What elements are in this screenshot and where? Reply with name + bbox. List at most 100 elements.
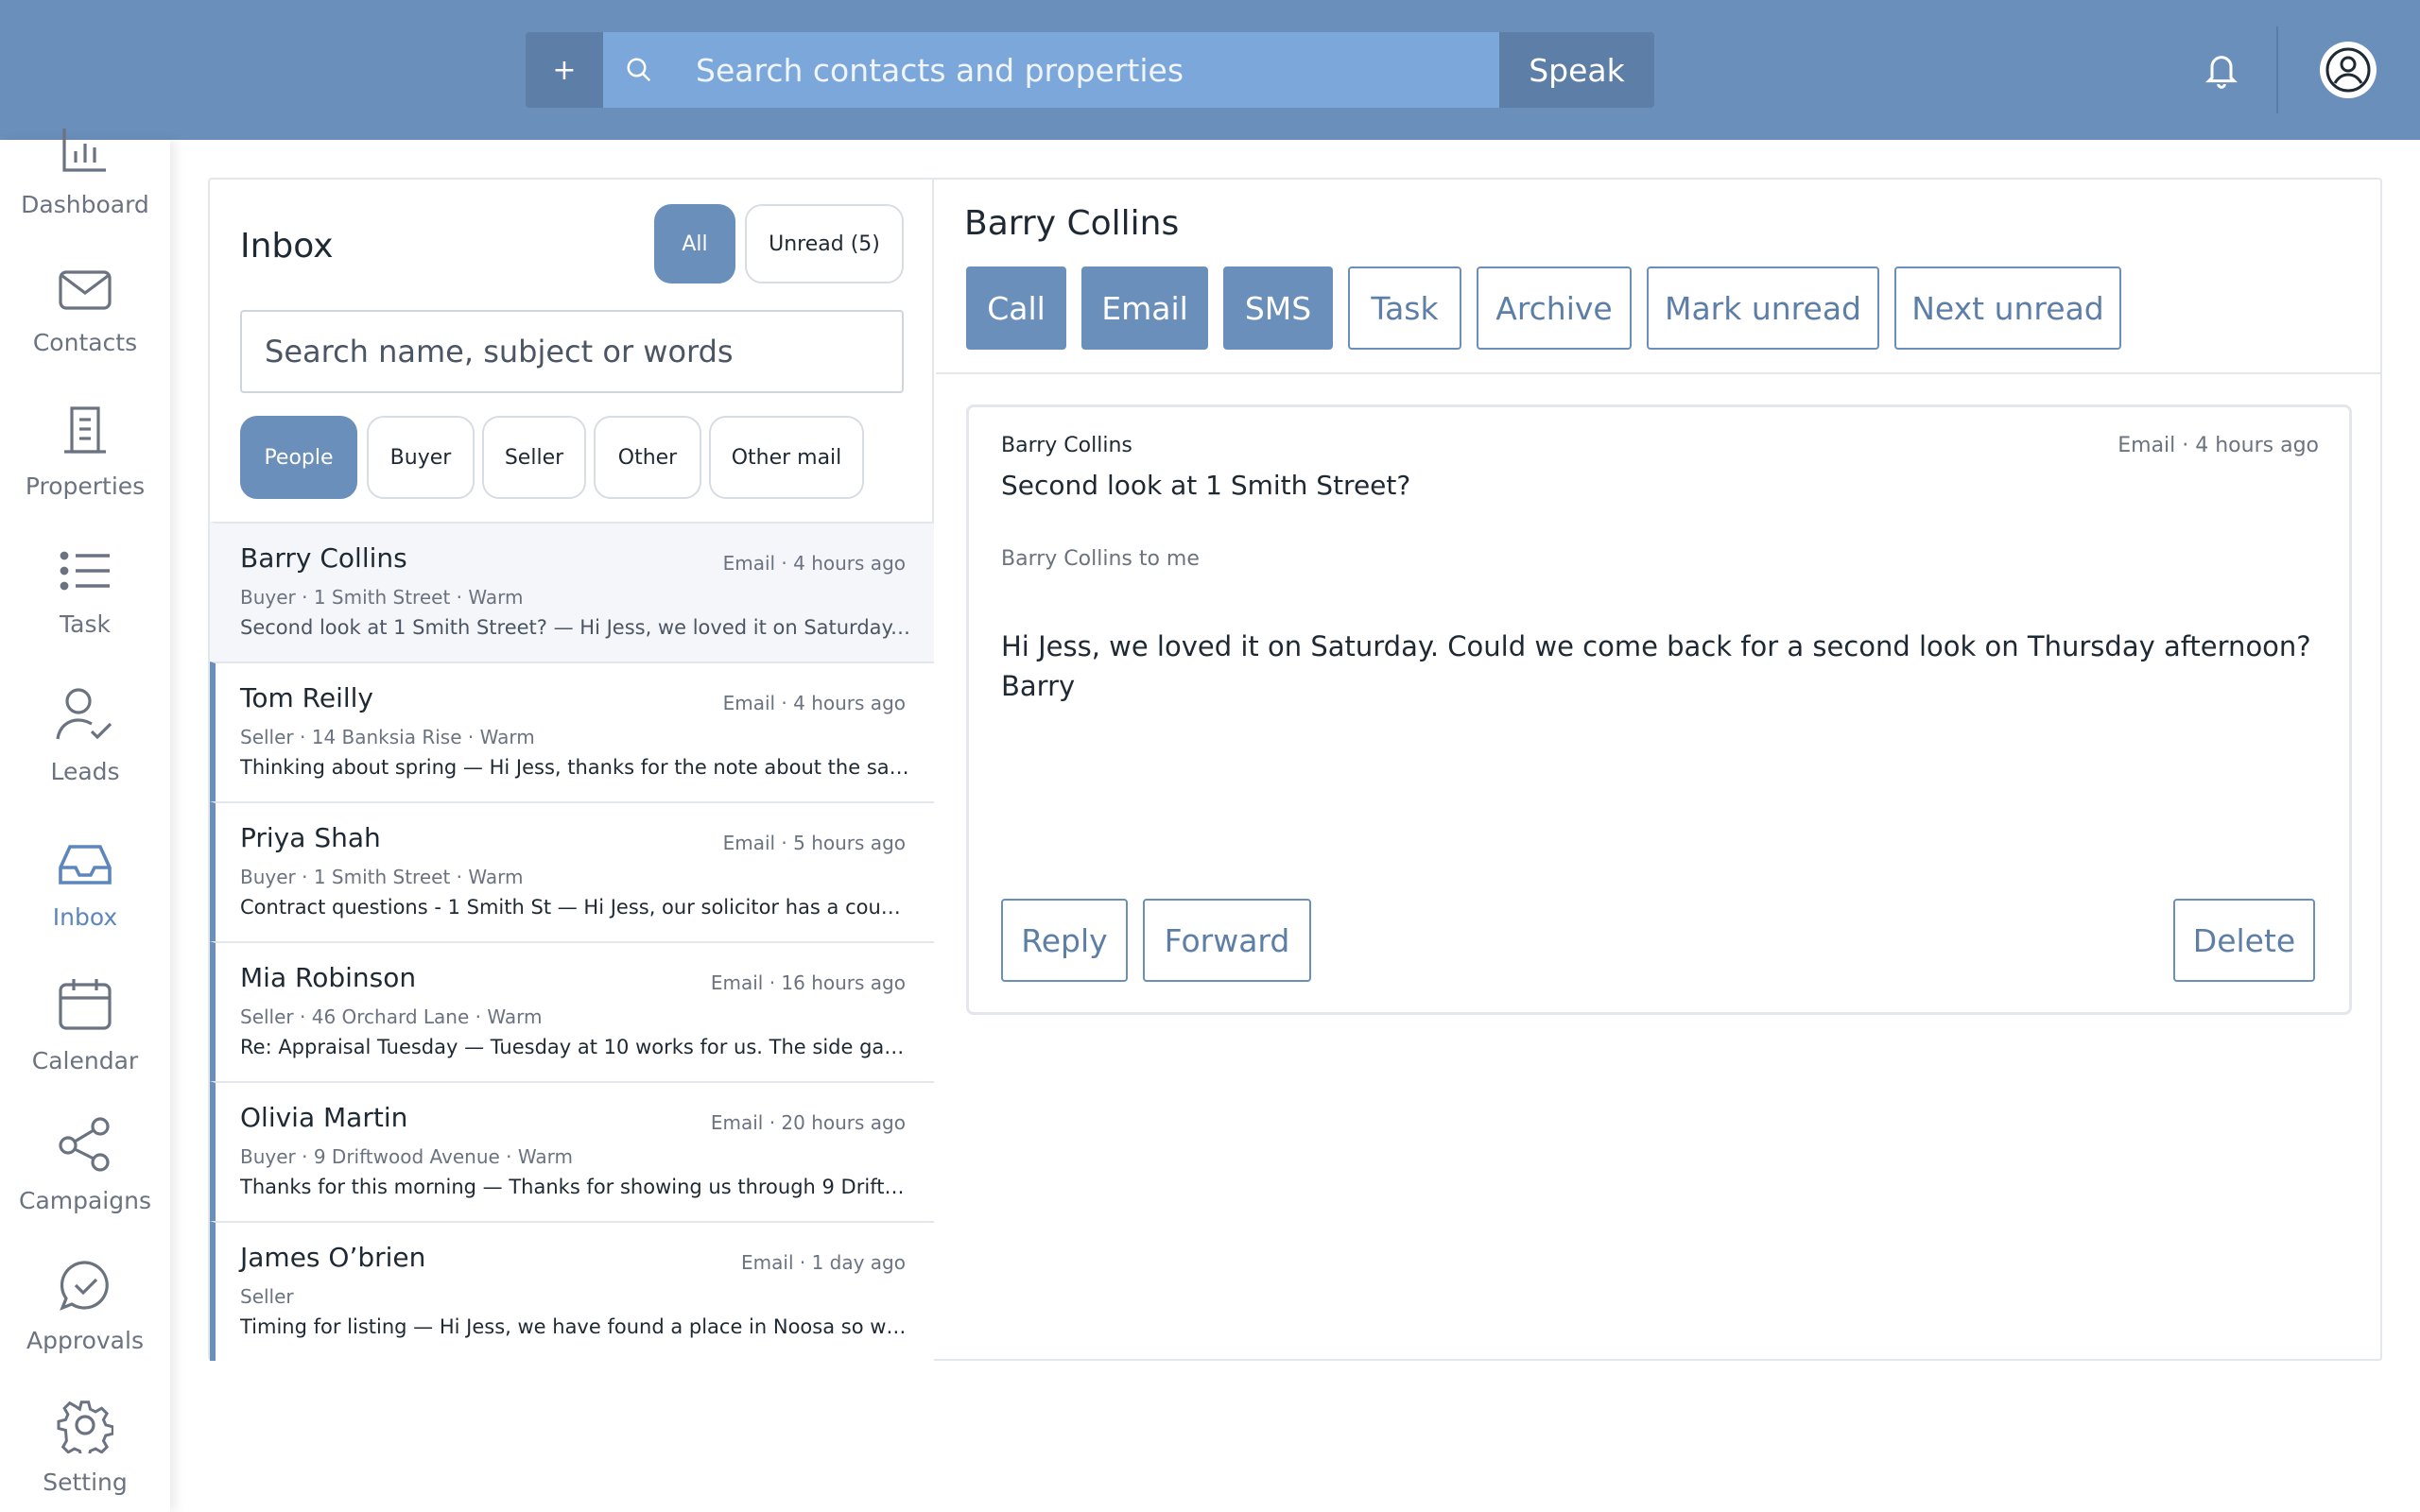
message-meta: Email · 4 hours ago: [2118, 434, 2319, 457]
sidebar-item-leads[interactable]: Leads: [0, 686, 170, 785]
envelope-icon: [0, 266, 170, 319]
global-search-group: + Speak: [526, 32, 1654, 108]
mark-unread-button[interactable]: Mark unread: [1647, 266, 1879, 350]
sender-name: Tom Reilly: [240, 682, 373, 713]
reply-button[interactable]: Reply: [1001, 899, 1128, 982]
list-item[interactable]: Mia Robinson Email · 16 hours ago Seller…: [210, 941, 934, 1081]
sidebar-item-properties[interactable]: Properties: [0, 404, 170, 500]
contact-meta: Seller: [240, 1285, 294, 1308]
contact-meta: Seller · 46 Orchard Lane · Warm: [240, 1005, 543, 1028]
sidebar-item-task[interactable]: Task: [0, 548, 170, 638]
chip-other[interactable]: Other: [594, 416, 701, 499]
delete-button[interactable]: Delete: [2173, 899, 2315, 982]
message-time: Email · 4 hours ago: [722, 692, 906, 714]
chat-check-icon: [0, 1259, 170, 1317]
message-snippet: Re: Appraisal Tuesday — Tuesday at 10 wo…: [240, 1036, 911, 1058]
chip-people[interactable]: People: [240, 416, 357, 499]
message-signature: Barry: [1001, 670, 1076, 702]
message-time: Email · 16 hours ago: [710, 971, 906, 994]
sidebar-item-label: Leads: [50, 758, 120, 785]
sidebar-item-label: Contacts: [32, 329, 138, 356]
sidebar: Dashboard Contacts Properties Task Leads…: [0, 129, 170, 1512]
calendar-icon: [0, 977, 170, 1038]
message-snippet: Timing for listing — Hi Jess, we have fo…: [240, 1315, 911, 1338]
email-button[interactable]: Email: [1081, 266, 1208, 350]
sidebar-item-label: Campaigns: [18, 1187, 151, 1214]
add-button[interactable]: +: [526, 32, 603, 108]
message-card: Barry Collins Email · 4 hours ago Second…: [966, 404, 2352, 1015]
message-snippet: Thanks for this morning — Thanks for sho…: [240, 1176, 911, 1198]
contact-meta: Buyer · 1 Smith Street · Warm: [240, 866, 524, 888]
user-avatar-icon[interactable]: [2318, 40, 2378, 100]
global-search-input[interactable]: [667, 32, 1499, 108]
sender-name: Barry Collins: [240, 542, 407, 574]
sidebar-item-label: Approvals: [26, 1327, 144, 1354]
inbox-icon: [0, 841, 170, 894]
sidebar-item-contacts[interactable]: Contacts: [0, 266, 170, 356]
sidebar-item-calendar[interactable]: Calendar: [0, 977, 170, 1074]
next-unread-button[interactable]: Next unread: [1894, 266, 2121, 350]
sidebar-item-label: Properties: [25, 472, 146, 500]
sidebar-item-setting[interactable]: Setting: [0, 1397, 170, 1496]
sidebar-item-label: Setting: [43, 1469, 128, 1496]
list-icon: [0, 548, 170, 601]
message-time: Email · 20 hours ago: [710, 1111, 906, 1134]
message-body: Hi Jess, we loved it on Saturday. Could …: [1001, 627, 2325, 706]
filter-all-button[interactable]: All: [654, 204, 735, 284]
filter-unread-button[interactable]: Unread (5): [745, 204, 904, 284]
forward-button[interactable]: Forward: [1143, 899, 1311, 982]
list-item[interactable]: Olivia Martin Email · 20 hours ago Buyer…: [210, 1081, 934, 1221]
sender-name: Priya Shah: [240, 822, 381, 853]
message-time: Email · 5 hours ago: [722, 832, 906, 854]
inbox-panel: Inbox All Unread (5) People Buyer Seller…: [208, 178, 2382, 1361]
bar-chart-icon: [0, 129, 170, 181]
message-recipients: Barry Collins to me: [1001, 547, 1200, 571]
bell-icon[interactable]: [2203, 49, 2240, 91]
sender-name: Olivia Martin: [240, 1102, 408, 1133]
sidebar-item-label: Calendar: [31, 1047, 139, 1074]
message-snippet: Thinking about spring — Hi Jess, thanks …: [240, 756, 911, 779]
contact-meta: Buyer · 9 Driftwood Avenue · Warm: [240, 1145, 573, 1168]
message-time: Email · 4 hours ago: [722, 552, 906, 575]
gear-icon: [0, 1397, 170, 1460]
chip-seller[interactable]: Seller: [482, 416, 586, 499]
chip-other-mail[interactable]: Other mail: [709, 416, 864, 499]
message-body-line: Hi Jess, we loved it on Saturday. Could …: [1001, 630, 2311, 662]
sidebar-item-label: Dashboard: [21, 191, 149, 218]
archive-button[interactable]: Archive: [1477, 266, 1632, 350]
speak-button[interactable]: Speak: [1499, 32, 1654, 108]
call-button[interactable]: Call: [966, 266, 1066, 350]
contact-meta: Seller · 14 Banksia Rise · Warm: [240, 726, 535, 748]
message-from: Barry Collins: [1001, 434, 1132, 457]
sender-name: Mia Robinson: [240, 962, 417, 993]
sender-name: James O’brien: [240, 1242, 426, 1273]
message-snippet: Second look at 1 Smith Street? — Hi Jess…: [240, 616, 911, 639]
list-item[interactable]: Priya Shah Email · 5 hours ago Buyer · 1…: [210, 801, 934, 941]
page-title: Inbox: [240, 227, 334, 266]
sidebar-item-inbox[interactable]: Inbox: [0, 841, 170, 931]
list-item[interactable]: Tom Reilly Email · 4 hours ago Seller · …: [210, 662, 934, 801]
user-check-icon: [0, 686, 170, 748]
sidebar-item-campaigns[interactable]: Campaigns: [0, 1117, 170, 1214]
detail-divider: [936, 372, 2380, 374]
sms-button[interactable]: SMS: [1223, 266, 1333, 350]
message-list-column: Inbox All Unread (5) People Buyer Seller…: [210, 180, 934, 1361]
message-list: Barry Collins Email · 4 hours ago Buyer …: [210, 522, 934, 1361]
sidebar-item-approvals[interactable]: Approvals: [0, 1259, 170, 1354]
global-search: [603, 32, 1499, 108]
list-item[interactable]: James O’brien Email · 1 day ago Seller T…: [210, 1221, 934, 1361]
sidebar-item-label: Task: [60, 610, 111, 638]
contact-title: Barry Collins: [964, 204, 1180, 243]
chip-buyer[interactable]: Buyer: [367, 416, 475, 499]
message-time: Email · 1 day ago: [741, 1251, 906, 1274]
task-button[interactable]: Task: [1348, 266, 1461, 350]
sidebar-item-label: Inbox: [52, 903, 118, 931]
list-item[interactable]: Barry Collins Email · 4 hours ago Buyer …: [210, 522, 934, 662]
sidebar-item-dashboard[interactable]: Dashboard: [0, 129, 170, 218]
building-icon: [0, 404, 170, 463]
header-divider: [2276, 26, 2278, 113]
share-icon: [0, 1117, 170, 1177]
search-icon: [611, 56, 667, 84]
contact-meta: Buyer · 1 Smith Street · Warm: [240, 586, 524, 609]
inbox-search-input[interactable]: [240, 310, 904, 393]
